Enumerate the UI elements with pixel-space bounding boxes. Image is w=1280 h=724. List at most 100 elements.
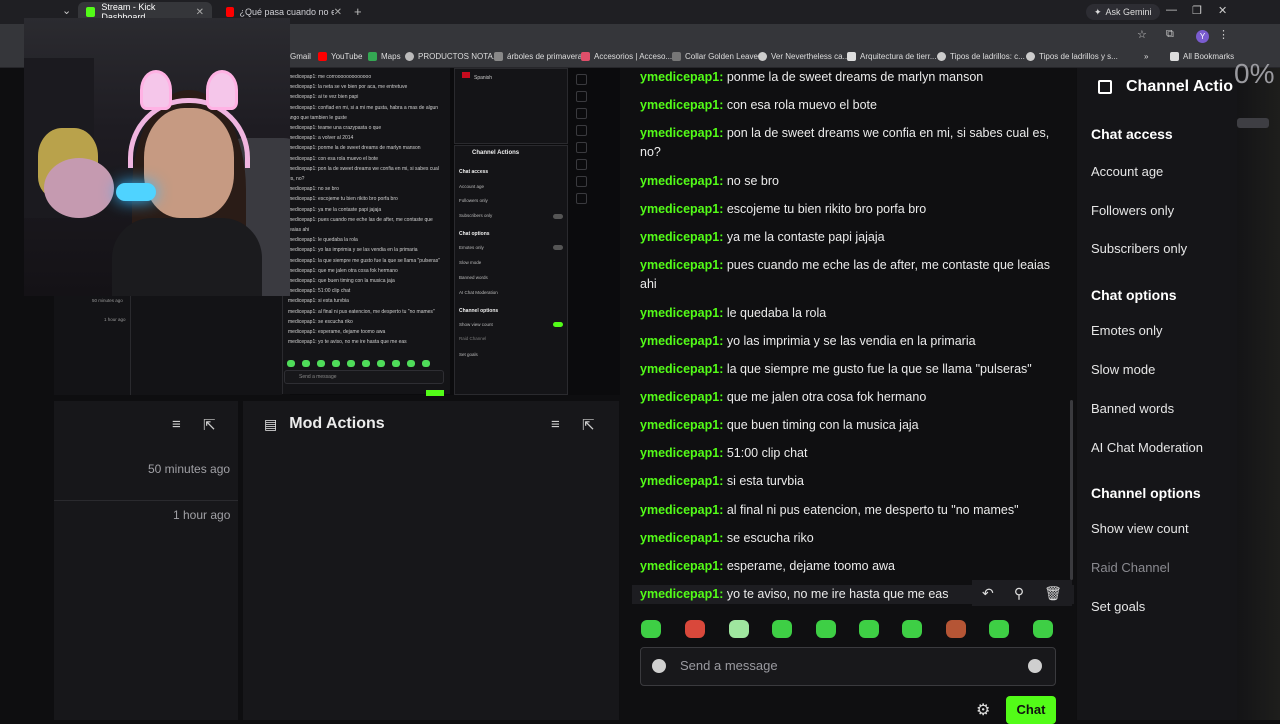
menu-dots-icon[interactable]: ⋮ bbox=[1218, 28, 1229, 41]
chat-message[interactable]: ymedicepap1: 51:00 clip chat bbox=[640, 444, 1060, 463]
emote-10[interactable] bbox=[1033, 620, 1053, 638]
chat-message[interactable]: ymedicepap1: pues cuando me eche las de … bbox=[640, 256, 1060, 294]
popout-icon[interactable]: ⇱ bbox=[582, 416, 595, 434]
chat-username[interactable]: ymedicepap1: bbox=[640, 474, 723, 488]
embedded-chat-button bbox=[426, 390, 444, 396]
bookmark-collar[interactable]: Collar Golden Leave... bbox=[672, 52, 765, 61]
minimize-icon[interactable]: — bbox=[1166, 4, 1177, 16]
bookmark-star-icon[interactable]: ☆ bbox=[1137, 28, 1147, 41]
popout-icon[interactable]: ⇱ bbox=[203, 416, 216, 434]
bookmarks-overflow-icon[interactable]: » bbox=[1144, 52, 1148, 61]
youtube-favicon-icon bbox=[226, 7, 234, 17]
pin-icon[interactable]: ⚲ bbox=[1014, 585, 1024, 602]
chat-username[interactable]: ymedicepap1: bbox=[640, 258, 723, 272]
chat-message[interactable]: ymedicepap1: al final ni pus eatencion, … bbox=[640, 501, 1060, 520]
chat-username[interactable]: ymedicepap1: bbox=[640, 503, 723, 517]
chat-message[interactable]: ymedicepap1: ponme la de sweet dreams de… bbox=[640, 68, 1060, 87]
bookmark-nevertheless[interactable]: Ver Nevertheless ca... bbox=[758, 52, 849, 61]
chat-username[interactable]: ymedicepap1: bbox=[640, 174, 723, 188]
chat-username[interactable]: ymedicepap1: bbox=[640, 98, 723, 112]
chat-username[interactable]: ymedicepap1: bbox=[640, 446, 723, 460]
emote-1[interactable] bbox=[641, 620, 661, 638]
embedded-emote bbox=[302, 360, 310, 367]
chat-username[interactable]: ymedicepap1: bbox=[640, 334, 723, 348]
bookmark-ladrillos-2[interactable]: Tipos de ladrillos y s... bbox=[1026, 52, 1118, 61]
close-window-icon[interactable]: ✕ bbox=[1218, 4, 1227, 17]
chat-username[interactable]: ymedicepap1: bbox=[640, 230, 723, 244]
all-bookmarks[interactable]: All Bookmarks bbox=[1170, 52, 1234, 61]
chat-username[interactable]: ymedicepap1: bbox=[640, 559, 723, 573]
mod-actions-panel bbox=[243, 401, 619, 720]
chat-username[interactable]: ymedicepap1: bbox=[640, 587, 723, 601]
chat-username[interactable]: ymedicepap1: bbox=[640, 362, 723, 376]
chat-username[interactable]: ymedicepap1: bbox=[640, 306, 723, 320]
chat-message[interactable]: ymedicepap1: le quedaba la rola bbox=[640, 304, 1060, 323]
bookmark-youtube[interactable]: YouTube bbox=[318, 52, 362, 61]
chat-message[interactable]: ymedicepap1: pon la de sweet dreams we c… bbox=[640, 124, 1060, 162]
raid-channel-option[interactable]: Raid Channel bbox=[1091, 560, 1170, 575]
embedded-channel-actions-title: Channel Actions bbox=[472, 150, 520, 156]
embedded-chat-line: medicepap1: ai te vez bien papi bbox=[288, 94, 359, 101]
bookmark-arboles[interactable]: árboles de primavera bbox=[494, 52, 582, 61]
show-view-count-option[interactable]: Show view count bbox=[1091, 521, 1189, 536]
profile-avatar[interactable]: Y bbox=[1196, 30, 1209, 43]
embedded-item: Emotes only bbox=[459, 245, 484, 250]
bookmark-gmail[interactable]: Gmail bbox=[290, 52, 311, 61]
tab-search-icon[interactable]: ⌄ bbox=[62, 4, 71, 17]
emoji-picker-icon[interactable] bbox=[1028, 659, 1042, 673]
emote-6[interactable] bbox=[859, 620, 879, 638]
new-tab-icon[interactable]: + bbox=[354, 4, 362, 19]
chat-message[interactable]: ymedicepap1: esperame, dejame toomo awa bbox=[640, 557, 1060, 576]
chat-message[interactable]: ymedicepap1: escojeme tu bien rikito bro… bbox=[640, 200, 1060, 219]
chat-message[interactable]: ymedicepap1: con esa rola muevo el bote bbox=[640, 96, 1060, 115]
restore-icon[interactable]: ❐ bbox=[1192, 4, 1202, 17]
filter-icon[interactable]: ≡ bbox=[551, 416, 560, 433]
bookmark-arquitectura[interactable]: Arquitectura de tierr... bbox=[847, 52, 936, 61]
subscribers-only-option[interactable]: Subscribers only bbox=[1091, 241, 1187, 256]
chat-username[interactable]: ymedicepap1: bbox=[640, 202, 723, 216]
emotes-only-option[interactable]: Emotes only bbox=[1091, 323, 1163, 338]
chat-username[interactable]: ymedicepap1: bbox=[640, 531, 723, 545]
bookmark-productos[interactable]: PRODUCTOS NOTA... bbox=[405, 52, 500, 61]
embedded-item: Banned words bbox=[459, 275, 488, 280]
filter-icon[interactable]: ≡ bbox=[172, 416, 181, 433]
chat-message[interactable]: ymedicepap1: la que siempre me gusto fue… bbox=[640, 360, 1060, 379]
ask-gemini-button[interactable]: ✦ Ask Gemini bbox=[1086, 4, 1160, 20]
followers-only-option[interactable]: Followers only bbox=[1091, 203, 1174, 218]
chat-username[interactable]: ymedicepap1: bbox=[640, 390, 723, 404]
delete-icon[interactable]: 🗑 bbox=[1044, 585, 1062, 602]
left-lower-panel bbox=[54, 401, 238, 720]
reply-icon[interactable]: ↶ bbox=[982, 585, 994, 602]
ai-chat-moderation-option[interactable]: AI Chat Moderation bbox=[1091, 440, 1203, 455]
embedded-chat-line: medicepap1: no se bro bbox=[288, 186, 339, 193]
chat-message[interactable]: ymedicepap1: ya me la contaste papi jaja… bbox=[640, 228, 1060, 247]
chat-scrollbar[interactable] bbox=[1070, 400, 1073, 580]
emote-2[interactable] bbox=[685, 620, 705, 638]
account-age-option[interactable]: Account age bbox=[1091, 164, 1163, 179]
chat-message[interactable]: ymedicepap1: no se bro bbox=[640, 172, 1060, 191]
close-tab-icon[interactable]: ✕ bbox=[196, 7, 204, 18]
bookmark-accesorios[interactable]: Accesorios | Acceso... bbox=[581, 52, 672, 61]
chat-message[interactable]: ymedicepap1: yo las imprimia y se las ve… bbox=[640, 332, 1060, 351]
chat-message[interactable]: ymedicepap1: se escucha riko bbox=[640, 529, 1060, 548]
emote-9[interactable] bbox=[989, 620, 1009, 638]
extensions-icon[interactable]: ⧉ bbox=[1166, 28, 1174, 41]
set-goals-option[interactable]: Set goals bbox=[1091, 599, 1145, 614]
emote-4[interactable] bbox=[772, 620, 792, 638]
emote-8[interactable] bbox=[946, 620, 966, 638]
chat-username[interactable]: ymedicepap1: bbox=[640, 70, 723, 84]
bookmark-maps[interactable]: Maps bbox=[368, 52, 401, 61]
emote-5[interactable] bbox=[816, 620, 836, 638]
chat-username[interactable]: ymedicepap1: bbox=[640, 418, 723, 432]
chat-message[interactable]: ymedicepap1: que me jalen otra cosa fok … bbox=[640, 388, 1060, 407]
emote-3[interactable] bbox=[729, 620, 749, 638]
chat-settings-gear-icon[interactable]: ⚙ bbox=[976, 700, 990, 720]
chat-username[interactable]: ymedicepap1: bbox=[640, 126, 723, 140]
banned-words-option[interactable]: Banned words bbox=[1091, 401, 1174, 416]
chat-message[interactable]: ymedicepap1: que buen timing con la musi… bbox=[640, 416, 1060, 435]
chat-message[interactable]: ymedicepap1: si esta turvbia bbox=[640, 472, 1060, 491]
slow-mode-option[interactable]: Slow mode bbox=[1091, 362, 1155, 377]
emote-7[interactable] bbox=[902, 620, 922, 638]
bookmark-ladrillos-1[interactable]: Tipos de ladrillos: c... bbox=[937, 52, 1025, 61]
close-tab-icon[interactable]: ✕ bbox=[334, 7, 342, 18]
